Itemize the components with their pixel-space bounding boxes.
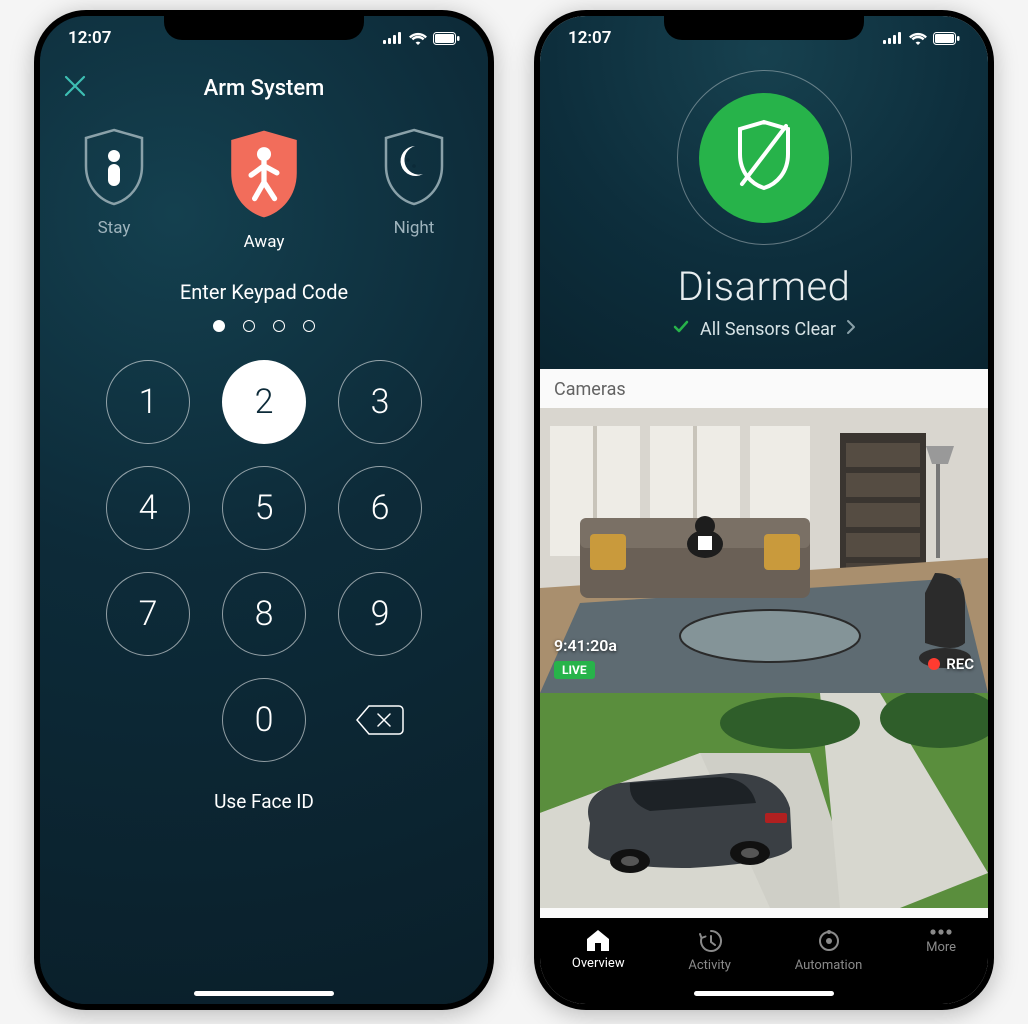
tab-more[interactable]: More [926, 928, 956, 955]
key-4[interactable]: 4 [106, 466, 190, 550]
signal-icon [883, 32, 903, 44]
system-status-text: Disarmed [540, 263, 988, 310]
keypad: 1 2 3 4 5 6 7 8 9 0 [40, 360, 488, 762]
wifi-icon [909, 32, 927, 45]
key-9[interactable]: 9 [338, 572, 422, 656]
keypad-prompt: Enter Keypad Code [40, 280, 488, 304]
mode-night-label: Night [394, 218, 435, 238]
mode-away[interactable]: Away [209, 126, 319, 252]
code-dot [243, 320, 255, 332]
home-indicator[interactable] [194, 991, 334, 996]
mode-away-label: Away [244, 232, 285, 252]
cameras-heading: Cameras [540, 369, 988, 408]
live-badge: LIVE [554, 661, 595, 679]
chevron-right-icon [846, 319, 856, 340]
key-backspace[interactable] [338, 678, 422, 762]
key-6[interactable]: 6 [338, 466, 422, 550]
status-time: 12:07 [68, 28, 111, 48]
page-title: Arm System [204, 76, 325, 101]
check-icon [672, 318, 690, 341]
tab-label: More [926, 940, 956, 955]
more-icon [928, 928, 954, 936]
key-spacer [106, 678, 190, 762]
arm-modes: Stay Away [40, 126, 488, 252]
code-progress [40, 320, 488, 332]
key-3[interactable]: 3 [338, 360, 422, 444]
mode-stay-label: Stay [98, 218, 131, 238]
key-1[interactable]: 1 [106, 360, 190, 444]
use-face-id-button[interactable]: Use Face ID [40, 790, 488, 813]
camera-timestamp: 9:41:20a [554, 636, 617, 655]
tab-activity[interactable]: Activity [688, 928, 731, 973]
arm-header: Arm System [40, 60, 488, 116]
sensors-status-label: All Sensors Clear [700, 319, 836, 340]
tab-overview[interactable]: Overview [572, 928, 625, 971]
tab-label: Activity [688, 958, 731, 973]
status-circle [699, 93, 829, 223]
mode-night[interactable]: Night [359, 126, 469, 252]
camera-tile-driveway[interactable] [540, 693, 988, 908]
notch [164, 10, 364, 40]
phone-dashboard: 12:07 [534, 10, 994, 1010]
home-icon [585, 928, 611, 952]
code-dot [213, 320, 225, 332]
history-icon [697, 928, 723, 954]
automation-icon [816, 928, 842, 954]
key-0[interactable]: 0 [222, 678, 306, 762]
mode-stay[interactable]: Stay [59, 126, 169, 252]
sensors-status-row[interactable]: All Sensors Clear [540, 318, 988, 341]
disarmed-shield-icon [730, 116, 798, 200]
tab-label: Automation [795, 958, 863, 973]
arm-status-button[interactable] [677, 70, 852, 245]
code-dot [303, 320, 315, 332]
rec-badge: REC [928, 655, 974, 673]
status-time: 12:07 [568, 28, 611, 48]
tab-label: Overview [572, 956, 625, 971]
battery-icon [933, 32, 960, 45]
dashboard-header: 12:07 [540, 16, 988, 369]
rec-dot-icon [928, 658, 940, 670]
code-dot [273, 320, 285, 332]
key-7[interactable]: 7 [106, 572, 190, 656]
notch [664, 10, 864, 40]
home-indicator[interactable] [694, 991, 834, 996]
key-8[interactable]: 8 [222, 572, 306, 656]
key-5[interactable]: 5 [222, 466, 306, 550]
cameras-section: Cameras [540, 369, 988, 918]
battery-icon [433, 32, 460, 45]
close-icon[interactable] [62, 73, 88, 103]
wifi-icon [409, 32, 427, 45]
key-2[interactable]: 2 [222, 360, 306, 444]
tab-automation[interactable]: Automation [795, 928, 863, 973]
signal-icon [383, 32, 403, 44]
rec-label: REC [946, 655, 974, 673]
phone-arm-system: 12:07 Arm System [34, 10, 494, 1010]
camera-tile-living-room[interactable]: 9:41:20a LIVE REC [540, 408, 988, 693]
